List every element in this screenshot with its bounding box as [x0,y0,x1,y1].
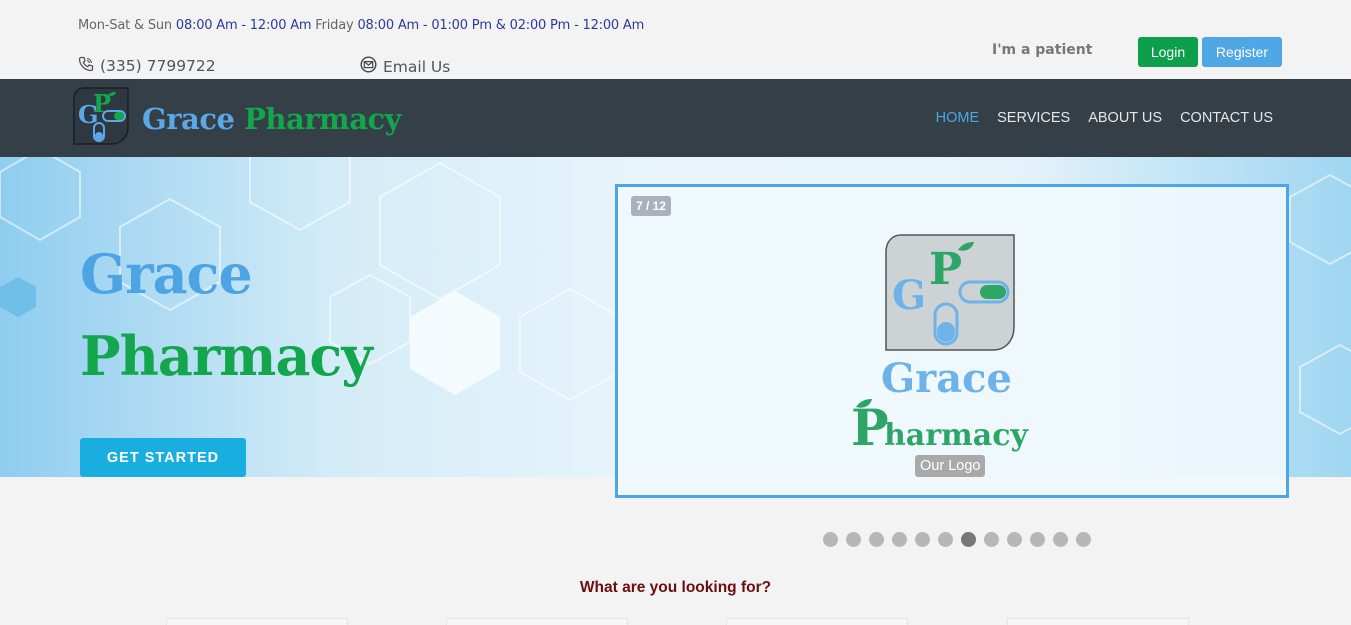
nav-about-us[interactable]: ABOUT US [1088,110,1162,126]
hours-days-1: Mon-Sat & Sun [78,18,176,33]
get-started-button[interactable]: GET STARTED [80,438,246,477]
patient-link[interactable]: I'm a patient [992,42,1092,58]
category-card[interactable] [726,618,908,625]
hours-time-1: 08:00 Am - 12:00 Am [175,18,312,33]
nav-contact-us[interactable]: CONTACT US [1180,110,1273,126]
slider-dot[interactable] [823,532,838,547]
hours-days-2: Friday [311,18,358,33]
svg-text:G: G [892,272,926,319]
phone-contact[interactable]: (335) 7799722 [78,56,216,76]
brand-name-grace: Grace [142,101,235,136]
hours-time-2: 08:00 Am - 01:00 Pm & 02:00 Pm - 12:00 A… [357,18,645,33]
slider-dot[interactable] [846,532,861,547]
slider-dot[interactable] [938,532,953,547]
slider-dot[interactable] [869,532,884,547]
image-slider[interactable]: 7 / 12 G P Grace P harmacy Our Logo [615,184,1289,498]
slide-logo-word-grace: Grace [881,355,1012,402]
category-card[interactable] [1007,618,1189,625]
slider-dot[interactable] [1030,532,1045,547]
slider-dot[interactable] [1076,532,1091,547]
top-info-bar: Mon-Sat & Sun 08:00 Am - 12:00 Am Friday… [0,0,1351,79]
opening-hours: Mon-Sat & Sun 08:00 Am - 12:00 Am Friday… [78,18,644,33]
svg-text:P: P [929,244,962,295]
email-label: Email Us [383,57,451,76]
hero-title-pharmacy: Pharmacy [80,324,373,388]
slider-dot[interactable] [984,532,999,547]
slider-dot[interactable] [915,532,930,547]
nav-menu: HOME SERVICES ABOUT US CONTACT US [936,110,1273,126]
brand-name: Grace Pharmacy [142,101,402,136]
slide-caption: Our Logo [915,455,986,477]
category-card[interactable] [446,618,628,625]
email-contact[interactable]: Email Us [360,56,450,77]
nav-services[interactable]: SERVICES [997,110,1070,126]
slider-dot[interactable] [892,532,907,547]
phone-number: (335) 7799722 [100,57,216,75]
slide-counter: 7 / 12 [631,196,672,216]
phone-icon [78,56,94,76]
slider-dot[interactable] [1053,532,1068,547]
hero-title-grace: Grace [80,242,253,306]
slide-logo-word-pharmacy: harmacy [884,418,1030,452]
pharmacy-logo-icon: G P [72,87,130,150]
nav-home[interactable]: HOME [936,110,980,126]
svg-text:P: P [93,89,111,118]
brand-logo-link[interactable]: G P Grace Pharmacy [72,87,402,150]
slider-dot[interactable] [961,532,976,547]
main-navbar: G P Grace Pharmacy HOME SERVICES ABOUT U… [0,79,1351,157]
slider-pagination [823,532,1091,547]
section-heading-looking-for: What are you looking for? [579,579,772,596]
slide-logo-image: G P Grace P harmacy [846,232,1046,457]
category-card[interactable] [166,618,348,625]
slider-dot[interactable] [1007,532,1022,547]
register-button[interactable]: Register [1202,37,1282,67]
login-button[interactable]: Login [1138,37,1198,67]
brand-name-pharmacy: Pharmacy [244,101,402,136]
email-icon [360,56,377,77]
